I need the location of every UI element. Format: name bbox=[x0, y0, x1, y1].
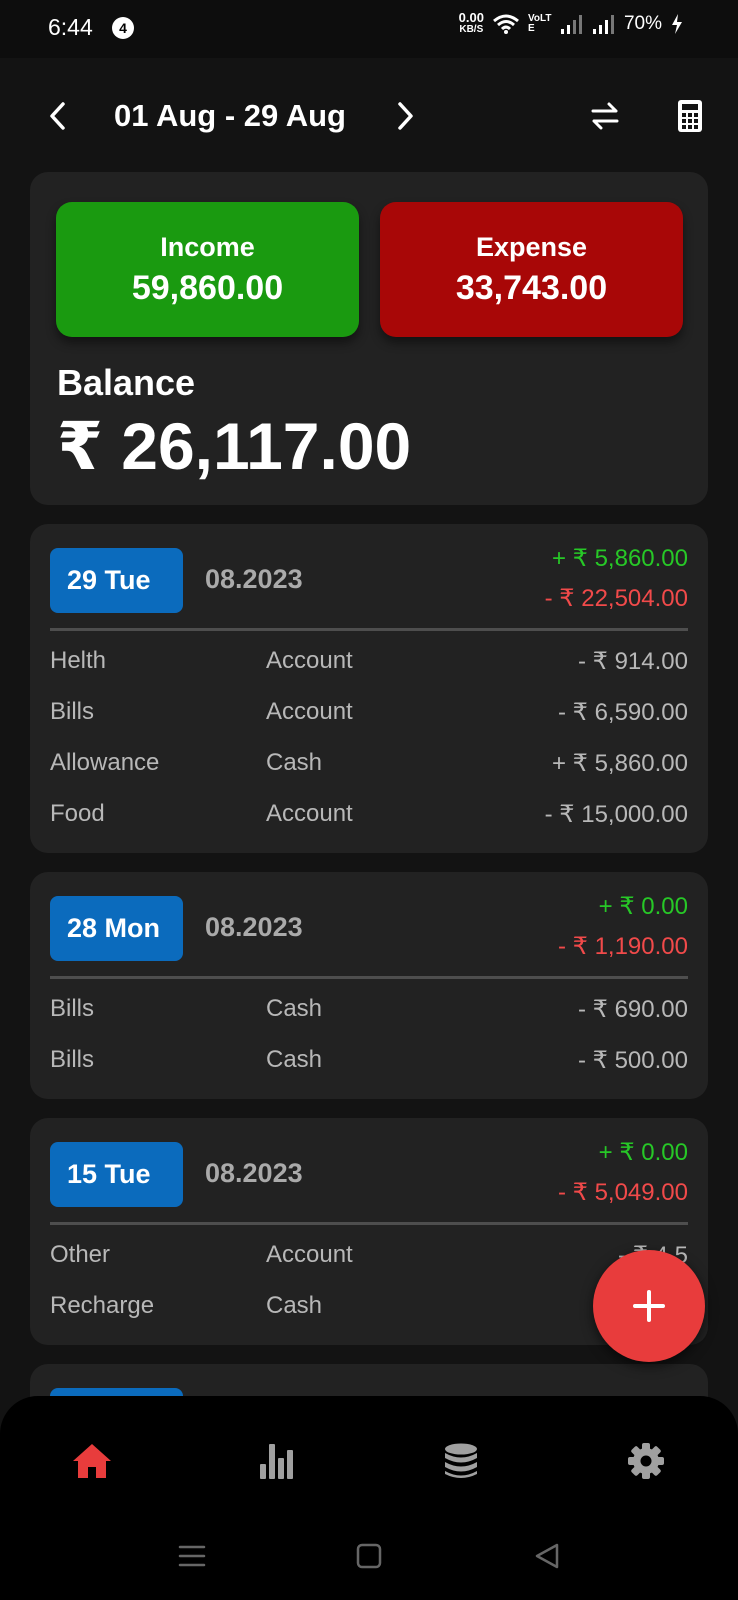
transaction-amount: + ₹ 5,860.00 bbox=[551, 750, 688, 777]
divider bbox=[50, 628, 688, 631]
bottom-navigation bbox=[0, 1396, 738, 1600]
transaction-row[interactable]: Bills Cash - ₹ 690.00 bbox=[30, 983, 708, 1034]
add-transaction-button[interactable] bbox=[593, 1250, 705, 1362]
transaction-row[interactable]: Food Account - ₹ 15,000.00 bbox=[30, 788, 708, 839]
notification-count-badge: 4 bbox=[112, 17, 134, 39]
day-income-total: + ₹ 0.00 bbox=[598, 1139, 688, 1166]
transaction-amount: - ₹ 500.00 bbox=[577, 1047, 688, 1074]
plus-icon bbox=[633, 1290, 665, 1322]
expense-label: Expense bbox=[475, 232, 588, 262]
chevron-right-icon bbox=[398, 102, 413, 130]
month-year: 08.2023 bbox=[205, 564, 303, 594]
transaction-category: Bills bbox=[50, 995, 95, 1022]
income-label: Income bbox=[160, 232, 255, 262]
month-year: 08.2023 bbox=[205, 912, 303, 942]
status-bar: 6:44 4 0.00 KB/S VoLTE 70% bbox=[0, 0, 738, 58]
summary-card: Income 59,860.00 Expense 33,743.00 Balan… bbox=[30, 172, 708, 505]
transaction-category: Food bbox=[50, 800, 105, 827]
transaction-category: Bills bbox=[50, 698, 95, 725]
system-menu-button[interactable] bbox=[172, 1536, 212, 1576]
square-icon bbox=[356, 1543, 382, 1569]
next-period-button[interactable] bbox=[377, 88, 433, 144]
balance-label: Balance bbox=[57, 362, 196, 403]
wifi-icon bbox=[493, 14, 519, 34]
transaction-category: Recharge bbox=[50, 1292, 155, 1319]
expense-summary[interactable]: Expense 33,743.00 bbox=[380, 202, 683, 337]
date-chip: 29 Tue bbox=[50, 548, 183, 613]
nav-home[interactable] bbox=[62, 1431, 122, 1491]
day-card[interactable]: 28 Mon 08.2023 + ₹ 0.00 - ₹ 1,190.00 Bil… bbox=[30, 872, 708, 1099]
transaction-amount: - ₹ 6,590.00 bbox=[557, 699, 688, 726]
calculator-button[interactable] bbox=[662, 88, 718, 144]
day-expense-total: - ₹ 22,504.00 bbox=[544, 585, 688, 612]
transaction-row[interactable]: Helth Account - ₹ 914.00 bbox=[30, 635, 708, 686]
transaction-row[interactable]: Bills Account - ₹ 6,590.00 bbox=[30, 686, 708, 737]
day-expense-total: - ₹ 5,049.00 bbox=[557, 1179, 688, 1206]
transaction-amount: - ₹ 690.00 bbox=[577, 996, 688, 1023]
transaction-account: Account bbox=[266, 800, 353, 827]
calculator-icon bbox=[678, 100, 702, 132]
net-speed: 0.00 KB/S bbox=[458, 10, 484, 36]
transaction-row[interactable]: Bills Cash - ₹ 500.00 bbox=[30, 1034, 708, 1085]
nav-accounts[interactable] bbox=[431, 1431, 491, 1491]
transaction-account: Cash bbox=[266, 1292, 323, 1319]
transaction-amount: - ₹ 914.00 bbox=[577, 648, 688, 675]
system-back-button[interactable] bbox=[527, 1536, 567, 1576]
net-speed-value: 0.00 bbox=[458, 10, 484, 25]
transaction-category: Allowance bbox=[50, 749, 160, 776]
day-income-total: + ₹ 0.00 bbox=[598, 893, 688, 920]
expense-value: 33,743.00 bbox=[455, 269, 608, 307]
transaction-account: Account bbox=[266, 647, 353, 674]
day-income-total: + ₹ 5,860.00 bbox=[551, 545, 688, 572]
transaction-account: Account bbox=[266, 1241, 353, 1268]
status-indicators: 0.00 KB/S VoLTE 70% bbox=[458, 10, 684, 36]
balance-value: ₹ 26,117.00 bbox=[57, 409, 412, 483]
home-icon bbox=[73, 1444, 111, 1478]
swap-icon bbox=[591, 102, 619, 130]
divider bbox=[50, 1222, 688, 1225]
back-triangle-icon bbox=[535, 1543, 559, 1569]
status-time: 6:44 bbox=[48, 14, 93, 40]
transaction-account: Cash bbox=[266, 1046, 323, 1073]
transaction-category: Other bbox=[50, 1241, 111, 1268]
chevron-left-icon bbox=[50, 102, 65, 130]
transaction-category: Bills bbox=[50, 1046, 95, 1073]
signal-icon-2 bbox=[592, 15, 614, 34]
transaction-account: Account bbox=[266, 698, 353, 725]
charging-icon bbox=[672, 14, 682, 34]
income-summary[interactable]: Income 59,860.00 bbox=[56, 202, 359, 337]
accounts-icon bbox=[445, 1443, 477, 1478]
day-card[interactable]: 29 Tue 08.2023 + ₹ 5,860.00 - ₹ 22,504.0… bbox=[30, 524, 708, 853]
system-home-button[interactable] bbox=[349, 1536, 389, 1576]
transaction-account: Cash bbox=[266, 995, 323, 1022]
month-year: 08.2023 bbox=[205, 1158, 303, 1188]
income-value: 59,860.00 bbox=[131, 269, 284, 307]
transaction-account: Cash bbox=[266, 749, 323, 776]
battery-level: 70% bbox=[623, 13, 662, 34]
volte-indicator: VoLTE bbox=[527, 13, 552, 34]
nav-settings[interactable] bbox=[616, 1431, 676, 1491]
net-speed-unit: KB/S bbox=[459, 24, 484, 35]
divider bbox=[50, 976, 688, 979]
date-chip: 28 Mon bbox=[50, 896, 183, 961]
menu-icon bbox=[178, 1545, 206, 1567]
transaction-category: Helth bbox=[50, 647, 107, 674]
day-expense-total: - ₹ 1,190.00 bbox=[557, 933, 688, 960]
nav-stats[interactable] bbox=[247, 1431, 307, 1491]
settings-icon bbox=[628, 1443, 664, 1479]
date-range-title[interactable]: 01 Aug - 29 Aug bbox=[114, 98, 346, 134]
stats-icon bbox=[260, 1444, 293, 1479]
top-bar: 01 Aug - 29 Aug bbox=[0, 58, 738, 172]
signal-icon-1 bbox=[560, 15, 582, 34]
transaction-row[interactable]: Allowance Cash + ₹ 5,860.00 bbox=[30, 737, 708, 788]
date-chip: 15 Tue bbox=[50, 1142, 183, 1207]
prev-period-button[interactable] bbox=[30, 88, 86, 144]
transfer-button[interactable] bbox=[577, 88, 633, 144]
transaction-amount: - ₹ 15,000.00 bbox=[544, 801, 688, 828]
